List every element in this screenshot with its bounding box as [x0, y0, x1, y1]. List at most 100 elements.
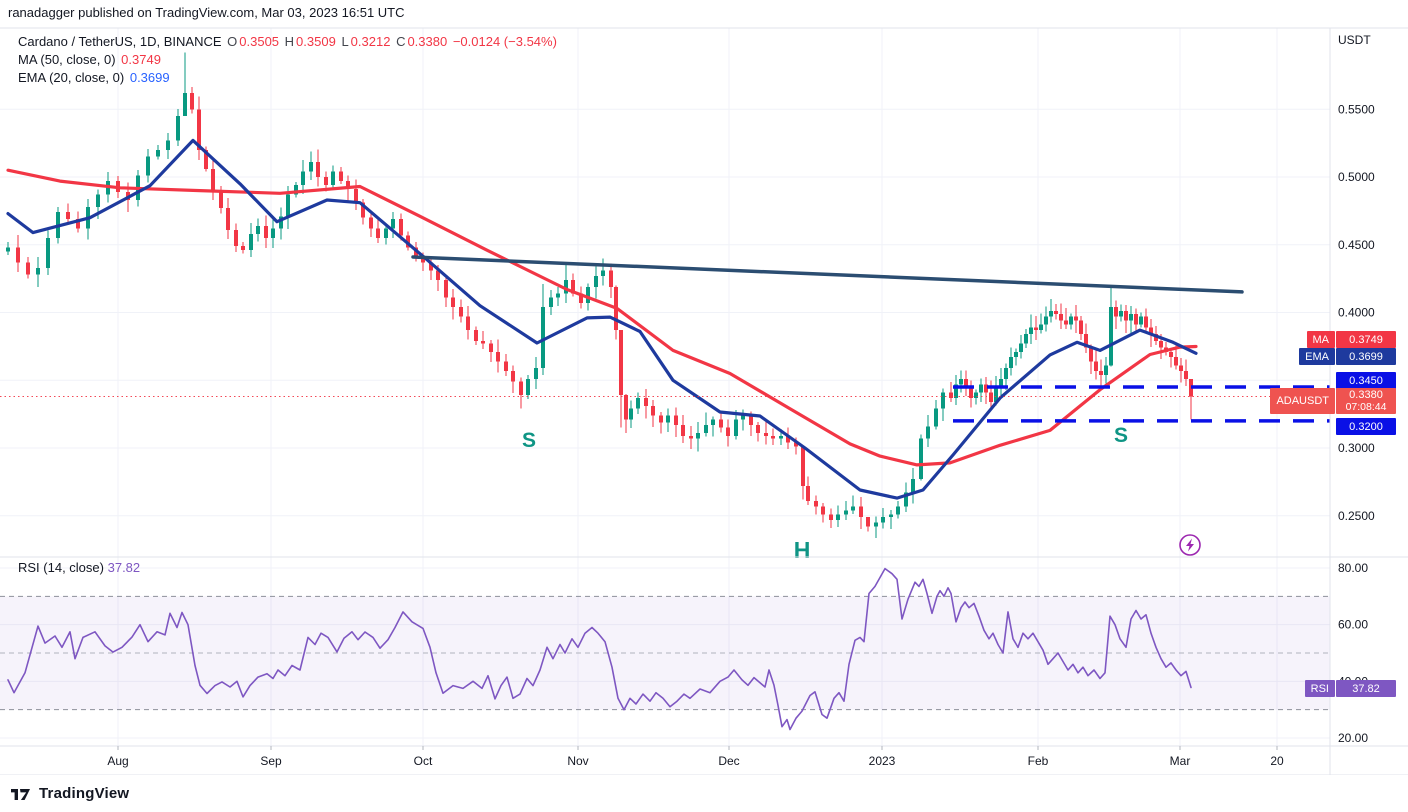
candle-body [941, 392, 945, 409]
candle-body [859, 506, 863, 518]
annotations: S H S [522, 424, 1128, 563]
candle-body [756, 424, 760, 434]
candle-body [1159, 340, 1163, 348]
candle-body [889, 514, 893, 518]
high-label: H [284, 34, 295, 49]
candle-body [549, 297, 553, 308]
candle-body [1049, 311, 1053, 317]
candles [6, 52, 1193, 538]
published-chart-page: ranadagger published on TradingView.com,… [0, 0, 1408, 812]
candle-body [1044, 316, 1048, 325]
candle-body [704, 424, 708, 434]
candle-body [301, 171, 305, 186]
candle-body [1144, 316, 1148, 328]
symbol-title: Cardano / TetherUS, 1D, BINANCE [18, 34, 222, 49]
candle-body [146, 156, 150, 176]
low-value: 0.3212 [350, 34, 391, 49]
change-value: −0.0124 (−3.54%) [452, 34, 557, 49]
candle-body [674, 415, 678, 425]
candle-body [1184, 370, 1188, 379]
candle-body [959, 378, 963, 385]
ema-value: 0.3699 [129, 70, 170, 85]
time-scale[interactable]: Aug Sep Oct Nov Dec 2023 Feb Mar 20 [107, 746, 1284, 768]
candle-body [1009, 357, 1013, 369]
drawings[interactable] [0, 255, 1330, 423]
candle-body [451, 297, 455, 308]
candle-body [1114, 307, 1118, 317]
candle-body [851, 506, 855, 511]
candle-body [1059, 313, 1063, 321]
svg-text:0.5500: 0.5500 [1338, 102, 1375, 116]
candle-body [836, 514, 840, 520]
svg-text:Oct: Oct [414, 754, 433, 768]
symbol-legend-row[interactable]: Cardano / TetherUS, 1D, BINANCE O 0.3505 … [18, 33, 559, 51]
candle-body [624, 395, 628, 420]
axis-currency-label: USDT [1338, 33, 1371, 47]
svg-text:20.00: 20.00 [1338, 731, 1368, 745]
svg-text:0.3000: 0.3000 [1338, 441, 1375, 455]
candle-body [1139, 316, 1143, 325]
candle-body [339, 171, 343, 182]
ema-legend-row[interactable]: EMA (20, close, 0) 0.3699 [18, 69, 559, 87]
candle-body [36, 267, 40, 275]
candle-body [466, 316, 470, 331]
candle-body [504, 361, 508, 371]
svg-text:0.4000: 0.4000 [1338, 306, 1375, 320]
candle-body [1014, 351, 1018, 358]
tradingview-wordmark[interactable]: TradingView [39, 785, 129, 802]
candle-body [324, 177, 328, 186]
candle-body [1129, 313, 1133, 321]
candle-body [286, 194, 290, 217]
candle-body [719, 419, 723, 428]
ma-legend-row[interactable]: MA (50, close, 0) 0.3749 [18, 51, 559, 69]
candle-body [190, 92, 194, 110]
pattern-letter-annotation: S [1114, 424, 1128, 447]
candle-body [519, 381, 523, 396]
high-value: 0.3509 [296, 34, 336, 49]
price-scale[interactable]: USDT 0.5500 0.5000 0.4500 0.4000 0.3000 0.2500… [1338, 33, 1375, 745]
candle-body [1039, 324, 1043, 331]
candle-body [1019, 343, 1023, 352]
rsi-legend[interactable]: RSI (14, close) 37.82 [18, 560, 140, 575]
candle-body [256, 225, 260, 234]
candle-body [689, 435, 693, 439]
svg-text:Sep: Sep [260, 754, 282, 768]
svg-text:80.00: 80.00 [1338, 561, 1368, 575]
candle-body [459, 307, 463, 317]
candle-body [1094, 361, 1098, 371]
candle-body [1109, 307, 1113, 366]
candle-body [166, 140, 170, 150]
lightning-marker-icon[interactable] [1179, 534, 1201, 556]
candle-body [496, 351, 500, 362]
candle-body [511, 370, 515, 382]
candle-body [779, 435, 783, 439]
candle-body [176, 116, 180, 141]
candle-body [659, 415, 663, 423]
close-value: 0.3380 [407, 34, 448, 49]
candle-body [629, 408, 633, 420]
candle-body [26, 262, 30, 275]
candle-body [949, 392, 953, 398]
candle-body [1174, 357, 1178, 366]
close-label: C [396, 34, 406, 49]
svg-text:Aug: Aug [107, 754, 128, 768]
candle-body [271, 228, 275, 238]
candle-body [16, 247, 20, 263]
candle-body [1099, 370, 1103, 375]
candle-body [586, 286, 590, 304]
candle-body [844, 510, 848, 515]
candle-body [696, 433, 700, 439]
candle-body [911, 479, 915, 493]
candle-body [1089, 347, 1093, 362]
candle-body [866, 517, 870, 527]
ema20-line [6, 138, 1198, 500]
svg-text:60.00: 60.00 [1338, 618, 1368, 632]
candle-body [534, 368, 538, 379]
candle-body [934, 408, 938, 427]
chart-canvas[interactable]: S H S USDT 0.5500 0.5000 0.4500 0.4000 0.3000 0.2… [0, 0, 1408, 812]
candle-body [489, 343, 493, 352]
svg-text:2023: 2023 [869, 754, 896, 768]
candle-body [1034, 327, 1038, 331]
candle-body [1004, 368, 1008, 379]
candle-body [376, 228, 380, 238]
